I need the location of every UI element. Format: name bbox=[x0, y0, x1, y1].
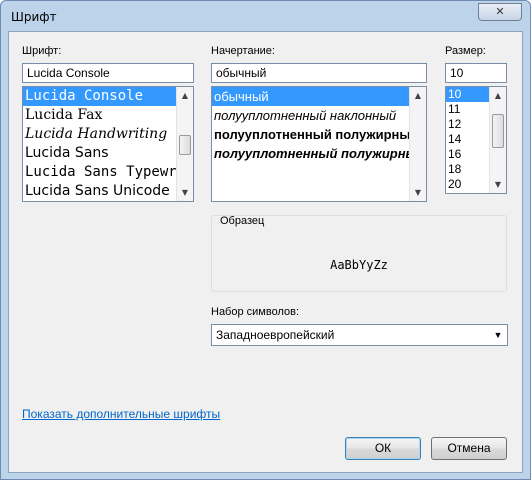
font-list-item[interactable]: Lucida Fax bbox=[23, 106, 176, 125]
charset-select[interactable]: Западноевропейский ▼ bbox=[211, 324, 508, 346]
charset-label: Набор символов: bbox=[211, 306, 300, 318]
size-list-item[interactable]: 11 bbox=[446, 102, 489, 117]
sample-preview-text: AaBbYyZz bbox=[330, 258, 388, 272]
size-scroll-thumb[interactable] bbox=[492, 113, 504, 148]
ok-button[interactable]: ОК bbox=[345, 437, 421, 460]
show-more-fonts-link[interactable]: Показать дополнительные шрифты bbox=[22, 407, 220, 421]
size-list-item[interactable]: 10 bbox=[446, 87, 489, 102]
style-list-items: обычный полууплотненный наклонный полуупло… bbox=[212, 87, 409, 201]
size-label: Размер: bbox=[445, 45, 486, 57]
font-list-item[interactable]: Lucida Console bbox=[23, 87, 176, 106]
font-listbox[interactable]: Lucida Console Lucida Fax Lucida Handwriti… bbox=[22, 86, 194, 202]
size-list-item[interactable]: 18 bbox=[446, 162, 489, 177]
size-list-item[interactable]: 12 bbox=[446, 117, 489, 132]
charset-selected-value: Западноевропейский bbox=[216, 328, 335, 342]
font-list-item[interactable]: Lucida Handwriting bbox=[23, 125, 176, 144]
dialog-body: Шрифт: Lucida Console Lucida Console Luci… bbox=[8, 31, 523, 473]
style-list-item[interactable]: обычный bbox=[212, 87, 409, 106]
size-list-item[interactable]: 20 bbox=[446, 177, 489, 192]
close-icon: ✕ bbox=[495, 5, 505, 18]
chevron-down-icon[interactable]: ▼ bbox=[491, 328, 505, 342]
size-list-item[interactable]: 14 bbox=[446, 132, 489, 147]
scroll-down-arrow-icon[interactable]: ▼ bbox=[410, 184, 426, 201]
style-listbox[interactable]: обычный полууплотненный наклонный полуупло… bbox=[211, 86, 427, 202]
sample-groupbox: Образец AaBbYyZz bbox=[211, 215, 507, 292]
close-button[interactable]: ✕ bbox=[478, 3, 522, 21]
size-input[interactable]: 10 bbox=[445, 63, 507, 83]
style-list-scrollbar[interactable]: ▲ ▼ bbox=[409, 87, 426, 201]
font-list-item[interactable]: Lucida Sans bbox=[23, 144, 176, 163]
style-input[interactable]: обычный bbox=[211, 63, 427, 83]
font-list-item[interactable]: Lucida Sans Typewriter bbox=[23, 163, 176, 182]
font-list-items: Lucida Console Lucida Fax Lucida Handwriti… bbox=[23, 87, 176, 201]
font-scroll-thumb[interactable] bbox=[179, 135, 191, 156]
size-list-item[interactable]: 16 bbox=[446, 147, 489, 162]
font-list-scrollbar[interactable]: ▲ ▼ bbox=[176, 87, 193, 201]
title-bar[interactable]: Шрифт ✕ bbox=[1, 1, 530, 31]
scroll-up-arrow-icon[interactable]: ▲ bbox=[410, 87, 426, 104]
font-list-item[interactable]: Lucida Sans Unicode bbox=[23, 182, 176, 201]
window-title: Шрифт bbox=[11, 10, 57, 24]
cancel-button[interactable]: Отмена bbox=[431, 437, 507, 460]
font-dialog-window: Шрифт ✕ Шрифт: Lucida Console Lucida Con… bbox=[0, 0, 531, 480]
font-label: Шрифт: bbox=[22, 45, 62, 57]
scroll-down-arrow-icon[interactable]: ▼ bbox=[177, 184, 193, 201]
scroll-up-arrow-icon[interactable]: ▲ bbox=[177, 87, 193, 104]
font-name-input[interactable]: Lucida Console bbox=[22, 63, 194, 83]
size-list-items: 10 11 12 14 16 18 20 bbox=[446, 87, 489, 193]
scroll-down-arrow-icon[interactable]: ▼ bbox=[490, 176, 506, 193]
sample-legend: Образец bbox=[220, 215, 265, 227]
scroll-up-arrow-icon[interactable]: ▲ bbox=[490, 87, 506, 104]
style-list-item[interactable]: полууплотненный полужирный bbox=[212, 125, 409, 144]
style-list-item[interactable]: полууплотненный наклонный bbox=[212, 106, 409, 125]
size-listbox[interactable]: 10 11 12 14 16 18 20 ▲ ▼ bbox=[445, 86, 507, 194]
style-list-item[interactable]: полууплотненный полужирный наклонный bbox=[212, 144, 409, 163]
size-list-scrollbar[interactable]: ▲ ▼ bbox=[489, 87, 506, 193]
style-label: Начертание: bbox=[211, 45, 275, 57]
